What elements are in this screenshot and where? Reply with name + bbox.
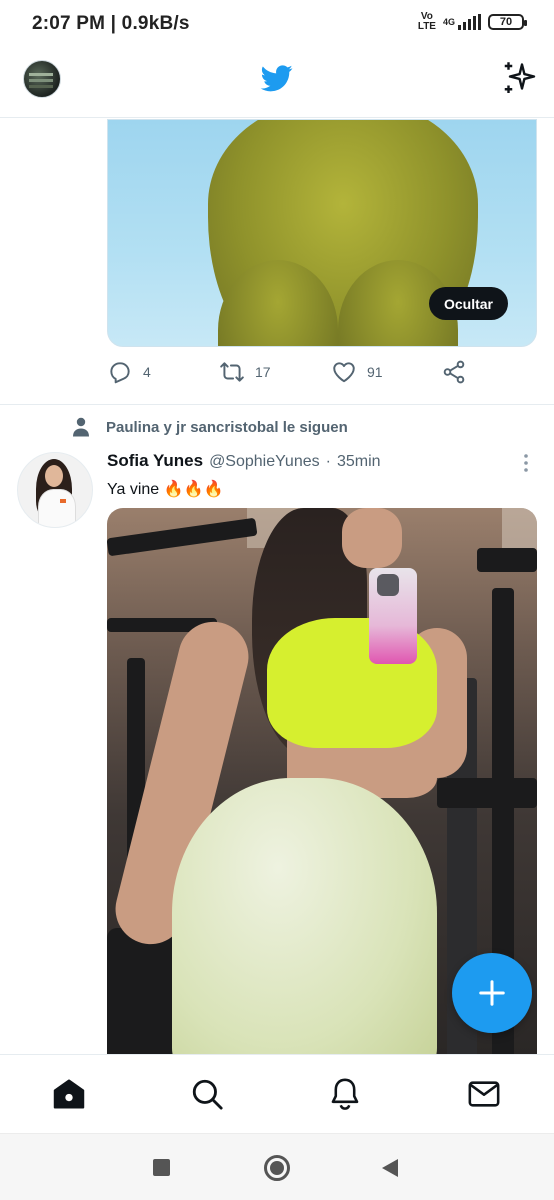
- twitter-bird-icon: [260, 65, 293, 92]
- status-icons: Vo LTE 4G 70: [417, 11, 527, 32]
- reply-count: 4: [143, 364, 151, 380]
- tweet-text: Ya vine 🔥🔥🔥: [107, 481, 224, 498]
- like-count: 91: [367, 364, 383, 380]
- status-bar: 2:07 PM | 0.9kB/s Vo LTE 4G 70: [0, 0, 554, 50]
- reply-icon: [110, 362, 130, 384]
- battery-icon: 70: [488, 14, 527, 30]
- app-header: [0, 50, 554, 118]
- sparkle-icon[interactable]: [501, 60, 537, 96]
- home-circle-icon[interactable]: [264, 1155, 290, 1181]
- volte-icon: Vo LTE: [417, 11, 436, 32]
- bottom-navigation: [0, 1054, 554, 1132]
- tweet-divider: [0, 404, 554, 405]
- messages-icon[interactable]: [467, 1077, 501, 1111]
- tweet-media-image[interactable]: Ocultar: [107, 119, 537, 347]
- author-handle[interactable]: @SophieYunes: [209, 453, 320, 471]
- tweet-header: Sofia Yunes @SophieYunes · 35min: [107, 451, 381, 471]
- system-navigation-bar: [0, 1133, 554, 1200]
- timeline-feed[interactable]: Ocultar 4 17 91 Paulina y jr sancristoba…: [0, 119, 554, 1054]
- author-name[interactable]: Sofia Yunes: [107, 451, 203, 471]
- retweet-button[interactable]: 17: [219, 359, 271, 385]
- social-context[interactable]: Paulina y jr sancristobal le siguen: [72, 417, 348, 437]
- heart-icon: [333, 362, 355, 383]
- header-separator: ·: [325, 453, 331, 470]
- share-icon: [443, 360, 465, 384]
- share-button[interactable]: [441, 359, 467, 385]
- retweet-icon: [220, 362, 244, 382]
- status-time: 2:07 PM | 0.9kB/s: [32, 13, 190, 34]
- profile-avatar[interactable]: [23, 60, 61, 98]
- tweet-actions: 4 17 91: [107, 359, 527, 391]
- tweet-timestamp[interactable]: 35min: [337, 453, 381, 471]
- social-context-label: Paulina y jr sancristobal le siguen: [106, 418, 348, 436]
- compose-tweet-button[interactable]: [452, 953, 532, 1033]
- notifications-icon[interactable]: [328, 1077, 362, 1111]
- hide-media-button[interactable]: Ocultar: [428, 287, 508, 320]
- battery-level: 70: [499, 16, 513, 28]
- signal-icon: [458, 14, 481, 30]
- more-options-icon[interactable]: [516, 453, 536, 473]
- network-type: 4G: [442, 16, 455, 27]
- reply-button[interactable]: 4: [107, 359, 151, 385]
- back-triangle-icon[interactable]: [380, 1158, 400, 1178]
- search-icon[interactable]: [190, 1077, 224, 1111]
- recents-square-icon[interactable]: [153, 1159, 170, 1176]
- retweet-count: 17: [255, 364, 271, 380]
- person-icon: [73, 417, 89, 437]
- author-avatar[interactable]: [17, 452, 93, 528]
- home-icon[interactable]: [52, 1077, 86, 1111]
- like-button[interactable]: 91: [331, 359, 383, 385]
- plus-icon: [479, 980, 505, 1006]
